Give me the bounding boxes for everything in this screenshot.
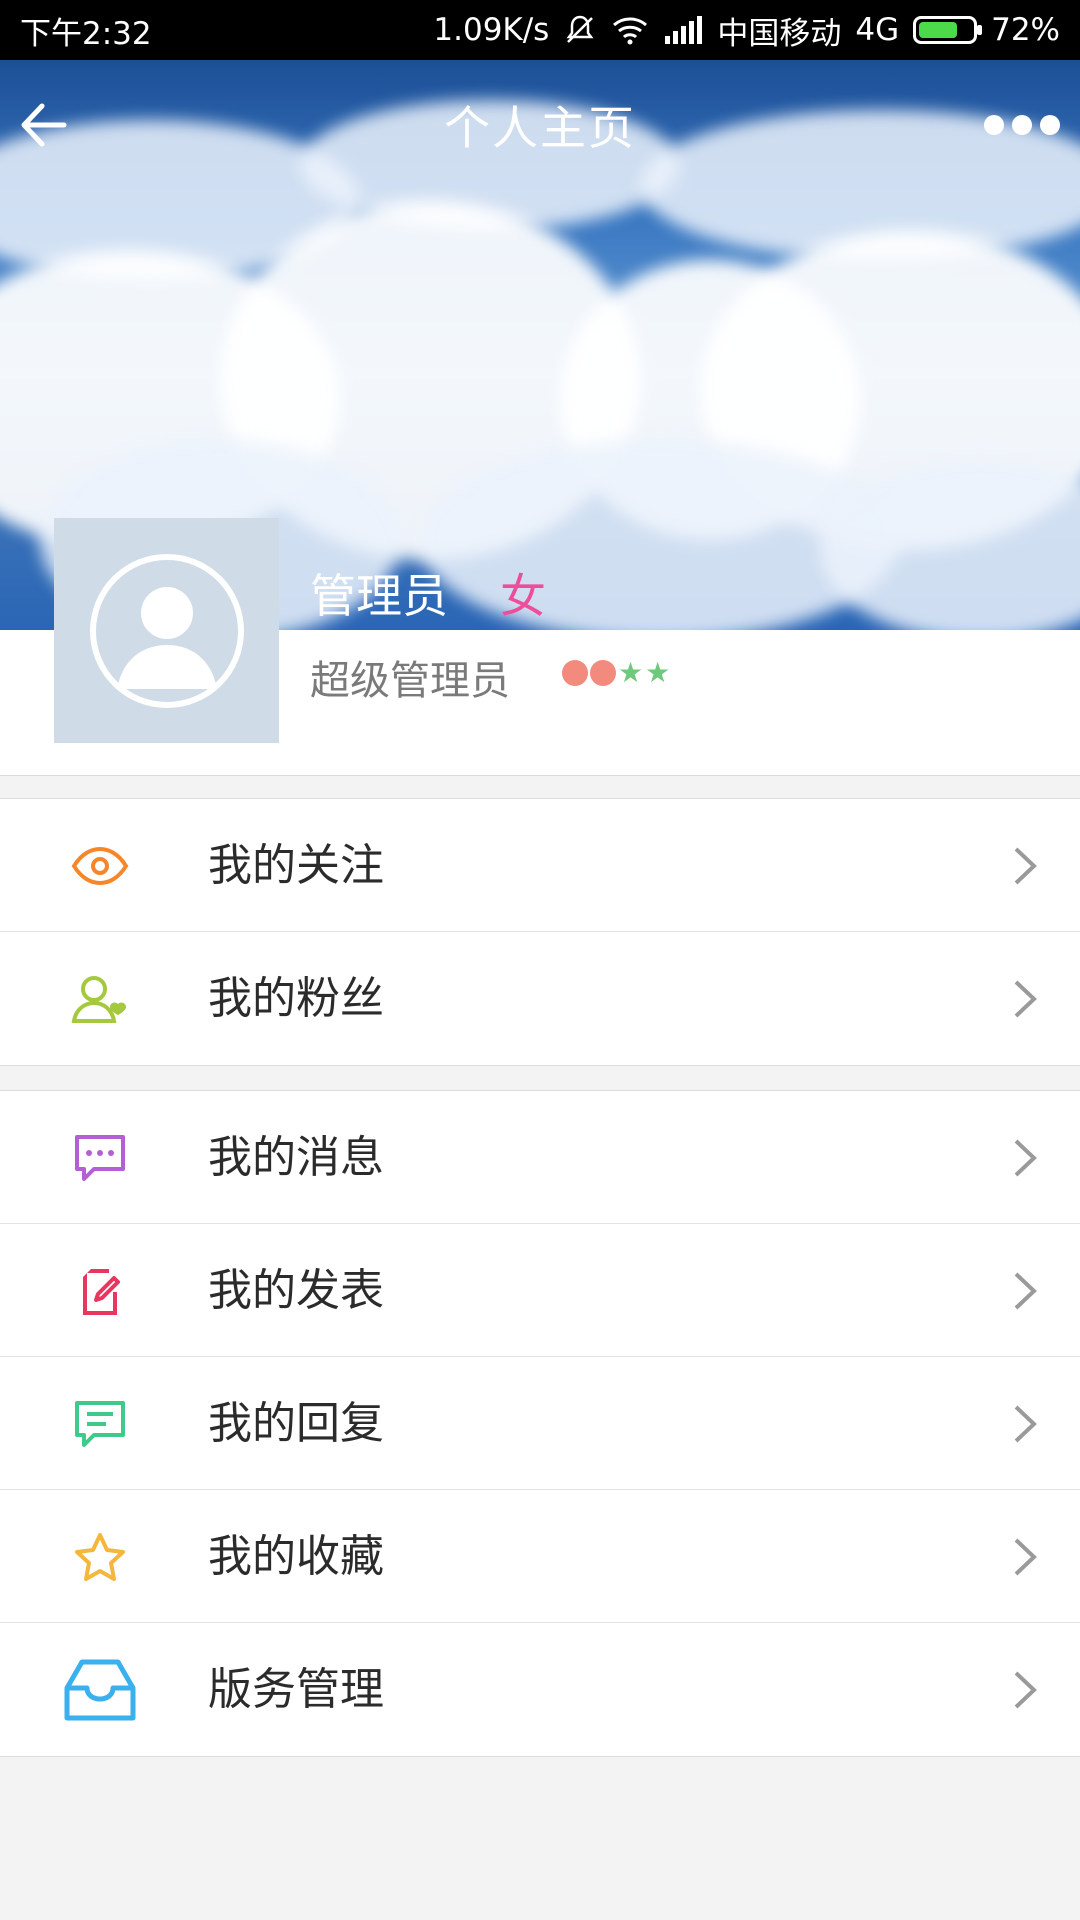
menu-label: 我的发表 bbox=[208, 1265, 384, 1316]
menu-group-content: 我的消息 我的发表 我的回复 我的收藏 版务管理 bbox=[0, 1090, 1080, 1757]
menu-label: 我的收藏 bbox=[208, 1531, 384, 1582]
menu-label: 我的粉丝 bbox=[208, 973, 384, 1024]
level-star-icon: ★ bbox=[645, 656, 671, 689]
level-star-icon: ★ bbox=[618, 656, 644, 689]
more-dot-icon bbox=[1040, 115, 1060, 135]
carrier-name: 中国移动 bbox=[717, 15, 842, 52]
chevron-right-icon bbox=[1010, 1137, 1040, 1179]
inbox-icon bbox=[62, 1659, 138, 1721]
user-name: 管理员 bbox=[310, 569, 448, 623]
eye-icon bbox=[70, 841, 130, 891]
avatar[interactable] bbox=[54, 518, 279, 743]
chevron-right-icon bbox=[1010, 1536, 1040, 1578]
page-title: 个人主页 bbox=[444, 101, 636, 155]
gender-label: 女 bbox=[500, 569, 546, 623]
chevron-right-icon bbox=[1010, 845, 1040, 887]
menu-label: 我的回复 bbox=[208, 1398, 384, 1449]
menu-item-following[interactable]: 我的关注 bbox=[0, 799, 1080, 932]
back-button[interactable] bbox=[14, 90, 84, 160]
chevron-right-icon bbox=[1010, 1669, 1040, 1711]
menu-item-messages[interactable]: 我的消息 bbox=[0, 1091, 1080, 1224]
chevron-right-icon bbox=[1010, 978, 1040, 1020]
menu-label: 我的关注 bbox=[208, 840, 384, 891]
more-dot-icon bbox=[984, 115, 1004, 135]
chevron-right-icon bbox=[1010, 1403, 1040, 1445]
status-bar: 下午2:32 1.09K/s 中国移动 4G 72% bbox=[0, 0, 1080, 60]
reply-icon bbox=[70, 1399, 130, 1449]
battery-fill bbox=[919, 22, 957, 38]
menu-label: 版务管理 bbox=[208, 1664, 384, 1715]
more-dot-icon bbox=[1012, 115, 1032, 135]
level-badge: ★ ★ bbox=[562, 656, 671, 689]
menu-item-board-management[interactable]: 版务管理 bbox=[0, 1623, 1080, 1756]
menu-item-fans[interactable]: 我的粉丝 bbox=[0, 932, 1080, 1065]
wifi-icon bbox=[611, 15, 649, 45]
signal-icon bbox=[663, 16, 703, 44]
fans-icon bbox=[70, 974, 130, 1024]
user-role: 超级管理员 bbox=[310, 658, 510, 704]
network-type: 4G bbox=[855, 12, 900, 48]
menu-item-favorites[interactable]: 我的收藏 bbox=[0, 1490, 1080, 1623]
top-bar: 个人主页 bbox=[0, 60, 1080, 190]
level-dot-icon bbox=[562, 660, 588, 686]
more-button[interactable] bbox=[970, 100, 1060, 150]
menu-group-social: 我的关注 我的粉丝 bbox=[0, 798, 1080, 1066]
status-time: 下午2:32 bbox=[20, 15, 152, 52]
chevron-right-icon bbox=[1010, 1270, 1040, 1312]
battery-percent: 72% bbox=[991, 12, 1060, 48]
menu-item-posts[interactable]: 我的发表 bbox=[0, 1224, 1080, 1357]
network-speed: 1.09K/s bbox=[433, 12, 550, 48]
star-icon bbox=[70, 1532, 130, 1582]
edit-icon bbox=[70, 1266, 130, 1316]
menu-item-replies[interactable]: 我的回复 bbox=[0, 1357, 1080, 1490]
back-arrow-icon bbox=[21, 103, 67, 147]
battery-icon bbox=[913, 16, 983, 44]
default-avatar-icon bbox=[89, 553, 244, 708]
menu-label: 我的消息 bbox=[208, 1132, 384, 1183]
message-icon bbox=[70, 1133, 130, 1183]
mute-icon bbox=[563, 13, 597, 47]
level-dot-icon bbox=[590, 660, 616, 686]
